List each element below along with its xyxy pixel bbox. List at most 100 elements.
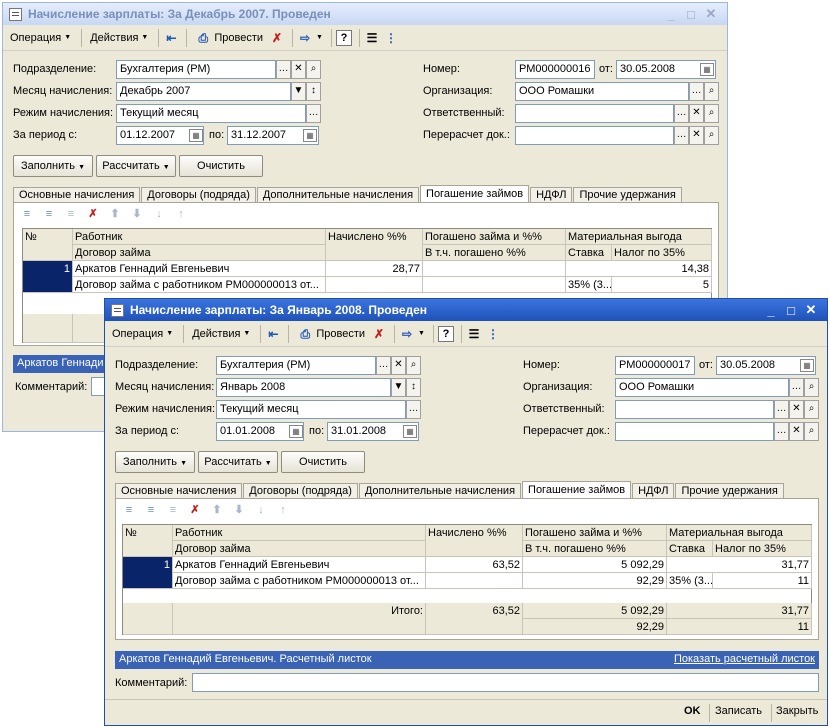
recalc-field[interactable] <box>515 126 674 145</box>
accrued-cell-empty[interactable] <box>426 573 523 589</box>
front-titlebar[interactable]: Начисление зарплаты: За Январь 2008. Про… <box>105 299 827 321</box>
comment-field[interactable] <box>192 673 819 692</box>
tab-other-deductions[interactable]: Прочие удержания <box>573 187 682 203</box>
move-up-icon[interactable]: ⬆ <box>106 206 124 222</box>
clear-icon[interactable]: ✕ <box>789 400 804 419</box>
sort-desc-icon[interactable]: ↑ <box>274 502 292 518</box>
tab-loan-repayment[interactable]: Погашение займов <box>420 185 530 203</box>
clear-button[interactable]: Очистить <box>179 155 263 177</box>
help-icon[interactable]: ? <box>335 29 352 46</box>
subdivision-field[interactable]: Бухгалтерия (РМ) <box>116 60 276 79</box>
go-back-icon[interactable]: ⇤ <box>163 30 179 46</box>
tax-cell[interactable]: 31,77 <box>667 557 812 573</box>
accrued-cell[interactable]: 28,77 <box>326 261 423 277</box>
recalc-field[interactable] <box>615 422 774 441</box>
operation-menu[interactable]: Операция ▼ <box>108 324 177 344</box>
post-button[interactable]: ⎙ Провести <box>191 28 267 48</box>
select-button[interactable]: … <box>774 422 789 441</box>
select-button[interactable]: … <box>674 104 689 123</box>
structure-icon[interactable]: ⋮ <box>383 30 399 46</box>
calc-button[interactable]: Рассчитать ▼ <box>96 155 176 177</box>
close-icon[interactable]: ✕ <box>701 6 721 22</box>
tab-contracts[interactable]: Договоры (подряда) <box>243 483 358 499</box>
ok-button[interactable]: OK <box>684 705 701 717</box>
clear-icon[interactable]: ✕ <box>689 126 704 145</box>
save-button[interactable]: Записать <box>715 705 762 717</box>
edit-row-icon[interactable]: ≡ <box>62 206 80 222</box>
tab-ndfl[interactable]: НДФЛ <box>530 187 573 203</box>
tax2-cell[interactable]: 5 <box>612 277 712 293</box>
repaid-cell[interactable] <box>423 261 566 277</box>
clear-icon[interactable]: ✕ <box>291 60 306 79</box>
tax2-cell[interactable]: 11 <box>713 573 812 589</box>
maximize-icon[interactable]: □ <box>781 303 801 318</box>
accrued-cell[interactable]: 63,52 <box>426 557 523 573</box>
move-down-icon[interactable]: ⬇ <box>230 502 248 518</box>
cancel-posting-icon[interactable]: ✗ <box>371 326 387 342</box>
row-number[interactable]: 1 <box>23 261 73 293</box>
create-based-icon[interactable]: ⇨ <box>399 326 415 342</box>
minimize-icon[interactable]: _ <box>661 7 681 22</box>
actions-menu[interactable]: Действия ▼ <box>86 28 152 48</box>
rate-cell[interactable]: 35% (3... <box>667 573 713 589</box>
close-button[interactable]: Закрыть <box>776 705 818 717</box>
list-icon[interactable]: ☰ <box>364 30 380 46</box>
select-button[interactable]: … <box>674 126 689 145</box>
sort-asc-icon[interactable]: ↓ <box>150 206 168 222</box>
search-icon[interactable]: ⌕ <box>804 378 819 397</box>
tab-other-deductions[interactable]: Прочие удержания <box>675 483 784 499</box>
select-button[interactable]: … <box>306 104 321 123</box>
repaid-cell[interactable]: 5 092,29 <box>523 557 667 573</box>
delete-row-icon[interactable]: ✗ <box>186 502 204 518</box>
copy-row-icon[interactable]: ≡ <box>40 206 58 222</box>
operation-menu[interactable]: Операция ▼ <box>6 28 75 48</box>
contract-cell[interactable]: Договор займа с работником РМ000000013 о… <box>73 277 326 293</box>
clear-icon[interactable]: ✕ <box>789 422 804 441</box>
clear-icon[interactable]: ✕ <box>391 356 406 375</box>
worker-cell[interactable]: Аркатов Геннадий Евгеньевич <box>173 557 426 573</box>
tab-ndfl[interactable]: НДФЛ <box>632 483 675 499</box>
fill-button[interactable]: Заполнить ▼ <box>115 451 195 473</box>
front-document-window[interactable]: Начисление зарплаты: За Январь 2008. Про… <box>104 298 828 726</box>
select-button[interactable]: … <box>789 378 804 397</box>
spin-icon[interactable]: ↕ <box>306 82 321 101</box>
repaid-incl-cell[interactable] <box>423 277 566 293</box>
number-field[interactable]: РМ000000017 <box>615 356 695 375</box>
tab-extra-accruals[interactable]: Дополнительные начисления <box>256 187 420 203</box>
rate-cell[interactable]: 35% (3... <box>566 277 612 293</box>
chevron-down-icon[interactable]: ▼ <box>391 378 406 397</box>
clear-icon[interactable]: ✕ <box>689 104 704 123</box>
post-button[interactable]: ⎙ Провести <box>293 324 369 344</box>
search-icon[interactable]: ⌕ <box>406 356 421 375</box>
tax-cell[interactable]: 14,38 <box>566 261 712 277</box>
month-field[interactable]: Декабрь 2007 <box>116 82 291 101</box>
tab-loan-repayment[interactable]: Погашение займов <box>522 481 632 499</box>
mode-field[interactable]: Текущий месяц <box>216 400 406 419</box>
fill-button[interactable]: Заполнить ▼ <box>13 155 93 177</box>
search-icon[interactable]: ⌕ <box>704 104 719 123</box>
worker-cell[interactable]: Аркатов Геннадий Евгеньевич <box>73 261 326 277</box>
number-field[interactable]: РМ000000016 <box>515 60 595 79</box>
search-icon[interactable]: ⌕ <box>804 422 819 441</box>
calendar-icon[interactable]: ▦ <box>700 63 714 76</box>
calc-button[interactable]: Рассчитать ▼ <box>198 451 278 473</box>
calendar-icon[interactable]: ▦ <box>800 359 814 372</box>
month-field[interactable]: Январь 2008 <box>216 378 391 397</box>
calendar-icon[interactable]: ▦ <box>289 425 303 438</box>
structure-icon[interactable]: ⋮ <box>485 326 501 342</box>
help-icon[interactable]: ? <box>437 325 454 342</box>
search-icon[interactable]: ⌕ <box>704 82 719 101</box>
move-down-icon[interactable]: ⬇ <box>128 206 146 222</box>
chevron-down-icon[interactable]: ▼ <box>316 34 323 41</box>
select-button[interactable]: … <box>276 60 291 79</box>
calendar-icon[interactable]: ▦ <box>303 129 317 142</box>
mode-field[interactable]: Текущий месяц <box>116 104 306 123</box>
actions-menu[interactable]: Действия ▼ <box>188 324 254 344</box>
copy-row-icon[interactable]: ≡ <box>142 502 160 518</box>
search-icon[interactable]: ⌕ <box>306 60 321 79</box>
create-based-icon[interactable]: ⇨ <box>297 30 313 46</box>
spin-icon[interactable]: ↕ <box>406 378 421 397</box>
sort-asc-icon[interactable]: ↓ <box>252 502 270 518</box>
select-button[interactable]: … <box>376 356 391 375</box>
minimize-icon[interactable]: _ <box>761 303 781 318</box>
